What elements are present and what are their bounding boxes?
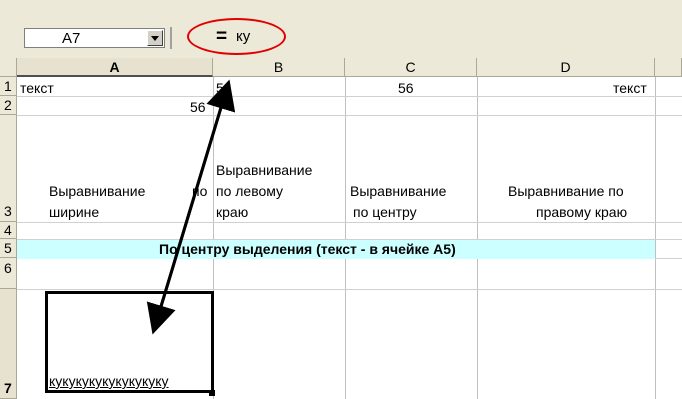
fill-handle[interactable] — [209, 390, 215, 396]
gridline — [17, 96, 682, 97]
cell-d1[interactable]: текст — [613, 80, 647, 97]
name-box-dropdown-button[interactable] — [147, 30, 163, 46]
gridline — [655, 77, 656, 399]
row-header-6[interactable]: 6 — [0, 258, 17, 289]
cell-c3-line2[interactable]: по центру — [353, 204, 417, 221]
cell-b3-line3[interactable]: краю — [216, 204, 248, 221]
spreadsheet-window: A7 = ку A B C D 1 2 3 4 5 6 7 текст 56 5… — [0, 0, 682, 399]
chevron-down-icon — [151, 36, 159, 41]
gridline — [17, 222, 682, 223]
row-header-3[interactable]: 3 — [0, 115, 17, 222]
row-header-1[interactable]: 1 — [0, 77, 17, 96]
column-header-d[interactable]: D — [477, 58, 655, 77]
select-all-corner[interactable] — [0, 58, 17, 77]
column-header-a[interactable]: A — [17, 58, 213, 77]
cell-a1[interactable]: текст — [20, 80, 54, 97]
column-header-b[interactable]: B — [213, 58, 345, 77]
active-cell-border[interactable] — [45, 291, 214, 393]
name-box-value: A7 — [62, 30, 81, 47]
gridline — [17, 115, 682, 116]
cell-d3-line1[interactable]: Выравнивание по — [508, 183, 624, 200]
row-header-4[interactable]: 4 — [0, 222, 17, 239]
cell-b3-line1[interactable]: Выравнивание — [216, 162, 312, 179]
cell-a3-line1[interactable]: Выравнивание — [49, 183, 145, 200]
gridline — [477, 77, 478, 399]
name-box[interactable]: A7 — [24, 28, 165, 48]
gridline — [17, 289, 682, 290]
cell-d3-line2[interactable]: правому краю — [536, 204, 627, 221]
formula-bar-separator — [170, 27, 172, 49]
cell-b3-line2[interactable]: по левому — [216, 183, 283, 200]
column-header-e[interactable] — [655, 58, 682, 77]
cell-a3-line1b[interactable]: по — [192, 183, 207, 200]
cell-a5-centered-across-selection[interactable]: По центру выделения (текст - в ячейке А5… — [159, 241, 456, 258]
cell-c3-line1[interactable]: Выравнивание — [350, 183, 446, 200]
highlight-oval — [187, 18, 286, 55]
cell-b1[interactable]: 56 — [216, 80, 232, 97]
row-header-2[interactable]: 2 — [0, 96, 17, 115]
cell-a2[interactable]: 56 — [190, 99, 206, 116]
formula-bar: A7 = ку — [0, 0, 682, 58]
cell-c1[interactable]: 56 — [398, 80, 414, 97]
column-header-c[interactable]: C — [345, 58, 477, 77]
row-header-5[interactable]: 5 — [0, 239, 17, 258]
cell-a3-line2[interactable]: ширине — [49, 204, 99, 221]
gridline — [345, 77, 346, 399]
row-header-7[interactable]: 7 — [0, 289, 17, 399]
